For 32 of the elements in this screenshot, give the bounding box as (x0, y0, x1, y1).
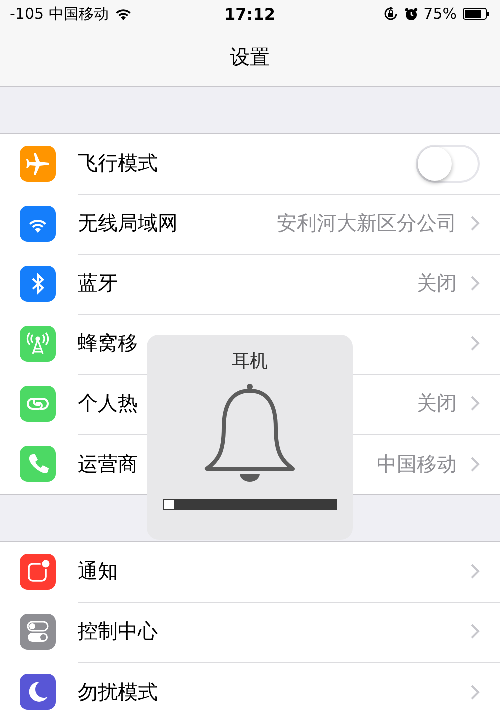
row-value: 关闭 (417, 390, 457, 417)
chevron-icon (471, 624, 480, 639)
row-label: 蓝牙 (78, 270, 119, 297)
row-value: 中国移动 (377, 450, 457, 478)
rotation-lock-icon (384, 7, 399, 21)
row-label: 无线局域网 (78, 210, 179, 237)
row-value: 安利河大新区分公司 (277, 210, 457, 237)
chevron-icon (471, 396, 480, 411)
bell-icon (202, 383, 298, 483)
wifi-icon (114, 8, 132, 20)
alarm-icon (404, 8, 418, 20)
row-label: 控制中心 (78, 618, 159, 645)
hud-title: 耳机 (232, 350, 268, 373)
clock-text: 17:12 (224, 4, 276, 24)
row-label: 个人热 (78, 390, 139, 417)
row-label: 运营商 (78, 450, 139, 478)
chevron-icon (471, 564, 480, 579)
row-value: 关闭 (417, 270, 457, 297)
chevron-icon (471, 456, 480, 472)
toggle-switch[interactable] (416, 144, 480, 182)
row-label: 通知 (78, 558, 119, 585)
row-label: 蜂窝移 (78, 330, 139, 357)
chevron-icon (471, 276, 480, 291)
carrier-text: -105 中国移动 (10, 4, 109, 24)
chevron-icon (471, 684, 480, 700)
row-label: 勿扰模式 (78, 678, 159, 706)
row-label: 飞行模式 (78, 150, 159, 177)
battery-percent-text: 75% (424, 5, 457, 23)
page-title: 设置 (230, 44, 270, 70)
chevron-icon (471, 336, 480, 351)
battery-icon (463, 8, 490, 20)
chevron-icon (471, 216, 480, 231)
